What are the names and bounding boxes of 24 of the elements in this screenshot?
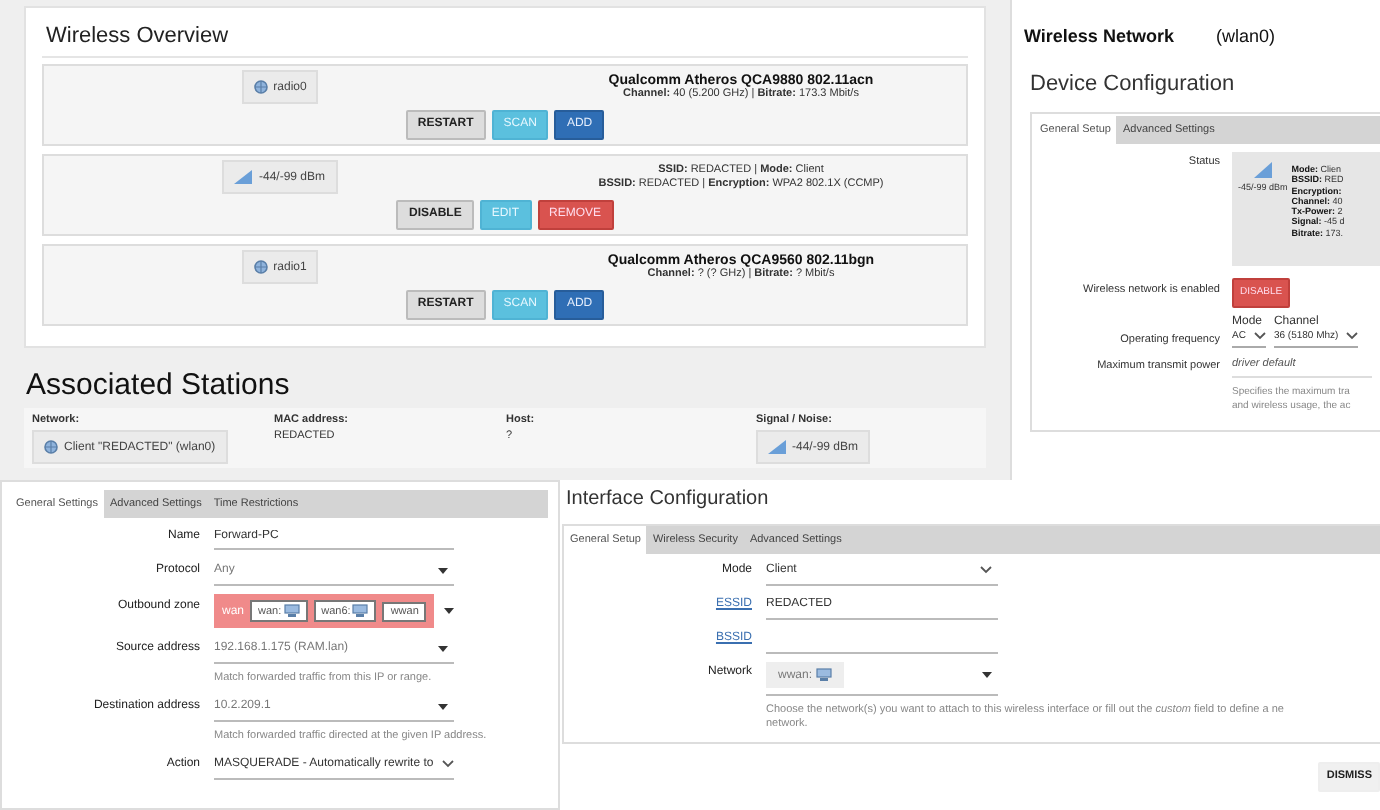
network-icon xyxy=(283,604,300,618)
page-title: Wireless Network xyxy=(1024,26,1174,46)
signal-icon xyxy=(234,170,253,184)
caret-icon xyxy=(438,703,448,709)
chevron-icon xyxy=(1346,332,1359,340)
device-name: (wlan0) xyxy=(1215,26,1275,46)
caret-icon xyxy=(982,672,992,678)
section-title: Device Configuration xyxy=(1030,72,1237,96)
section-title: Interface Configuration xyxy=(564,486,771,514)
globe-icon xyxy=(253,80,268,94)
section-title: Wireless Overview xyxy=(42,20,968,58)
chevron-icon xyxy=(1253,332,1266,340)
globe-icon xyxy=(44,440,58,454)
signal-icon xyxy=(768,440,786,454)
caret-icon xyxy=(444,608,454,614)
globe-icon xyxy=(253,260,268,274)
caret-icon xyxy=(438,645,448,651)
network-icon xyxy=(352,604,369,618)
chevron-icon xyxy=(441,760,454,768)
caret-icon xyxy=(438,567,448,573)
network-icon xyxy=(816,668,833,682)
signal-icon xyxy=(1253,162,1272,178)
chevron-icon xyxy=(980,566,992,574)
section-title: Associated Stations xyxy=(26,368,292,402)
